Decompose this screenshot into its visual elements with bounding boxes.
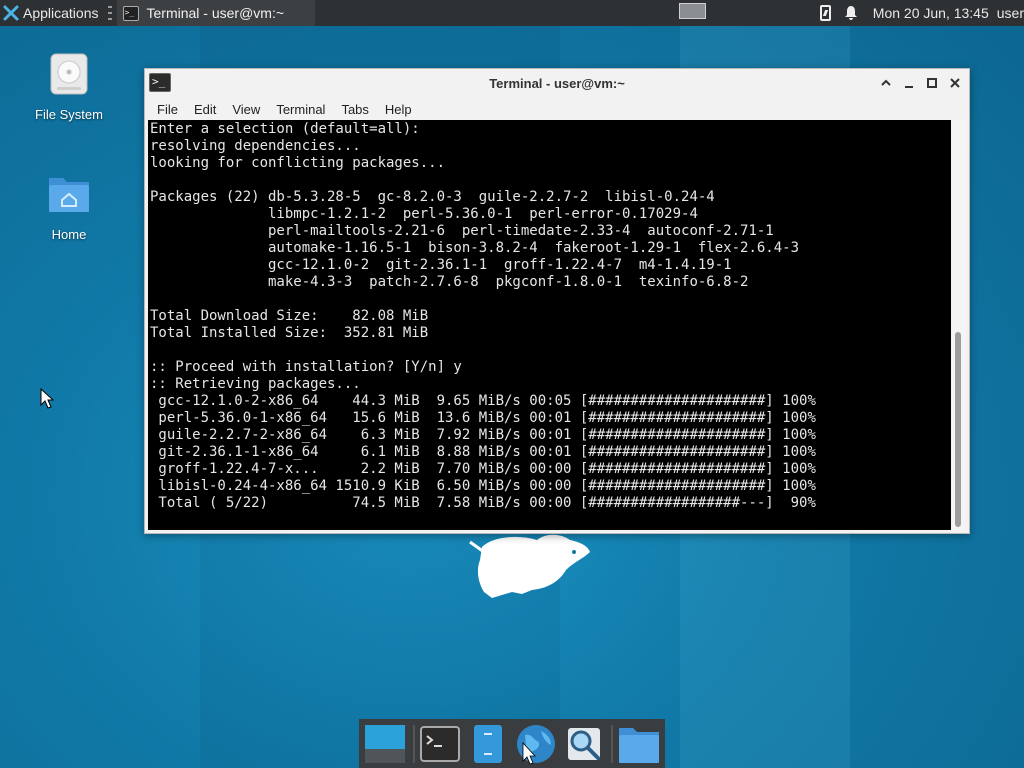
terminal-line: resolving dependencies... bbox=[150, 138, 361, 154]
close-button[interactable] bbox=[947, 75, 963, 91]
dock-separator bbox=[412, 724, 415, 763]
terminal-line: perl-mailtools-2.21-6 perl-timedate-2.33… bbox=[150, 223, 774, 239]
workspace-switcher[interactable] bbox=[679, 3, 706, 19]
dock-separator bbox=[611, 724, 614, 763]
maximize-button[interactable] bbox=[924, 75, 940, 91]
window-titlebar[interactable]: >_ Terminal - user@vm:~ bbox=[145, 69, 969, 97]
terminal-line: guile-2.2.7-2-x86_64 6.3 MiB 7.92 MiB/s … bbox=[150, 427, 816, 443]
show-desktop-icon bbox=[364, 724, 405, 763]
terminal-line: perl-5.36.0-1-x86_64 15.6 MiB 13.6 MiB/s… bbox=[150, 410, 816, 426]
notification-bell-icon[interactable] bbox=[844, 6, 857, 20]
file-manager-icon bbox=[474, 724, 503, 763]
menu-view[interactable]: View bbox=[224, 102, 268, 117]
system-tray: Mon 20 Jun, 13:45 user bbox=[819, 0, 1024, 26]
taskbar-terminal-label: Terminal - user@vm:~ bbox=[146, 5, 285, 21]
mouse-pointer-icon bbox=[40, 388, 54, 409]
terminal-line: libisl-0.24-4-x86_64 1510.9 KiB 6.50 MiB… bbox=[150, 478, 816, 494]
close-icon bbox=[950, 78, 960, 88]
desktop-icon-home[interactable]: Home bbox=[19, 172, 119, 242]
window-controls bbox=[871, 75, 963, 91]
bottom-dock bbox=[359, 719, 665, 768]
dock-web-browser[interactable] bbox=[514, 722, 558, 766]
dock-app-finder[interactable] bbox=[562, 722, 606, 766]
dock-folder[interactable] bbox=[617, 722, 661, 766]
desktop-icon-file-system[interactable]: File System bbox=[19, 52, 119, 122]
terminal-icon: >_ bbox=[122, 5, 139, 21]
terminal-app-icon[interactable]: >_ bbox=[149, 73, 171, 92]
menu-bar: File Edit View Terminal Tabs Help bbox=[145, 97, 969, 121]
applications-label: Applications bbox=[23, 5, 99, 21]
dock-file-manager[interactable] bbox=[466, 722, 510, 766]
user-menu[interactable]: user bbox=[997, 5, 1024, 21]
menu-help[interactable]: Help bbox=[377, 102, 420, 117]
menu-file[interactable]: File bbox=[149, 102, 186, 117]
terminal-line: gcc-12.1.0-2 git-2.36.1-1 groff-1.22.4-7… bbox=[150, 257, 732, 273]
desktop-icon-label: Home bbox=[51, 227, 87, 242]
scrollbar-thumb[interactable] bbox=[955, 332, 961, 527]
terminal-line: looking for conflicting packages... bbox=[150, 155, 446, 171]
web-browser-icon bbox=[516, 724, 555, 764]
minimize-icon bbox=[905, 86, 913, 88]
terminal-line: :: Retrieving packages... bbox=[150, 376, 361, 392]
terminal-line: Total Download Size: 82.08 MiB bbox=[150, 308, 429, 324]
chevron-up-icon bbox=[881, 79, 891, 86]
terminal-line: groff-1.22.4-7-x... 2.2 MiB 7.70 MiB/s 0… bbox=[150, 461, 816, 477]
terminal-icon bbox=[420, 725, 461, 762]
menu-terminal[interactable]: Terminal bbox=[268, 102, 333, 117]
dock-show-desktop[interactable] bbox=[363, 722, 407, 766]
power-manager-icon[interactable] bbox=[819, 5, 831, 21]
terminal-line: :: Proceed with installation? [Y/n] y bbox=[150, 359, 462, 375]
minimize-button[interactable] bbox=[901, 75, 917, 91]
terminal-line: Total ( 5/22) 74.5 MiB 7.58 MiB/s 00:00 … bbox=[150, 495, 816, 511]
terminal-line: automake-1.16.5-1 bison-3.8.2-4 fakeroot… bbox=[150, 240, 800, 256]
panel-separator bbox=[107, 6, 114, 20]
terminal-line: libmpc-1.2.1-2 perl-5.36.0-1 perl-error-… bbox=[150, 206, 698, 222]
terminal-output[interactable]: Enter a selection (default=all): resolvi… bbox=[148, 120, 951, 530]
xfce-logo-icon bbox=[3, 5, 19, 21]
terminal-line: git-2.36.1-1-x86_64 6.1 MiB 8.88 MiB/s 0… bbox=[150, 444, 816, 460]
top-panel: Applications >_ Terminal - user@vm:~ Mon… bbox=[0, 0, 1024, 26]
dock-terminal[interactable] bbox=[419, 722, 463, 766]
desktop-icon-label: File System bbox=[35, 107, 103, 122]
app-finder-icon bbox=[567, 727, 600, 760]
home-folder-icon bbox=[49, 178, 89, 212]
drive-icon bbox=[50, 53, 88, 95]
terminal-line: make-4.3-3 patch-2.7.6-8 pkgconf-1.8.0-1… bbox=[150, 274, 749, 290]
terminal-line: Packages (22) db-5.3.28-5 gc-8.2.0-3 gui… bbox=[150, 189, 715, 205]
xfce-mouse-logo-icon bbox=[469, 534, 590, 598]
window-title: Terminal - user@vm:~ bbox=[489, 75, 625, 91]
menu-edit[interactable]: Edit bbox=[186, 102, 224, 117]
folder-icon bbox=[619, 727, 660, 763]
applications-menu-button[interactable]: Applications bbox=[0, 0, 105, 26]
terminal-scrollbar[interactable] bbox=[951, 120, 966, 530]
terminal-line: Enter a selection (default=all): bbox=[150, 121, 420, 137]
clock[interactable]: Mon 20 Jun, 13:45 bbox=[873, 5, 989, 21]
terminal-line: Total Installed Size: 352.81 MiB bbox=[150, 325, 429, 341]
shade-button[interactable] bbox=[878, 75, 894, 91]
terminal-window: >_ Terminal - user@vm:~ File Edit View T… bbox=[144, 68, 970, 534]
taskbar-terminal-button[interactable]: >_ Terminal - user@vm:~ bbox=[116, 0, 315, 26]
terminal-line: gcc-12.1.0-2-x86_64 44.3 MiB 9.65 MiB/s … bbox=[150, 393, 816, 409]
menu-tabs[interactable]: Tabs bbox=[333, 102, 376, 117]
maximize-icon bbox=[927, 78, 937, 88]
